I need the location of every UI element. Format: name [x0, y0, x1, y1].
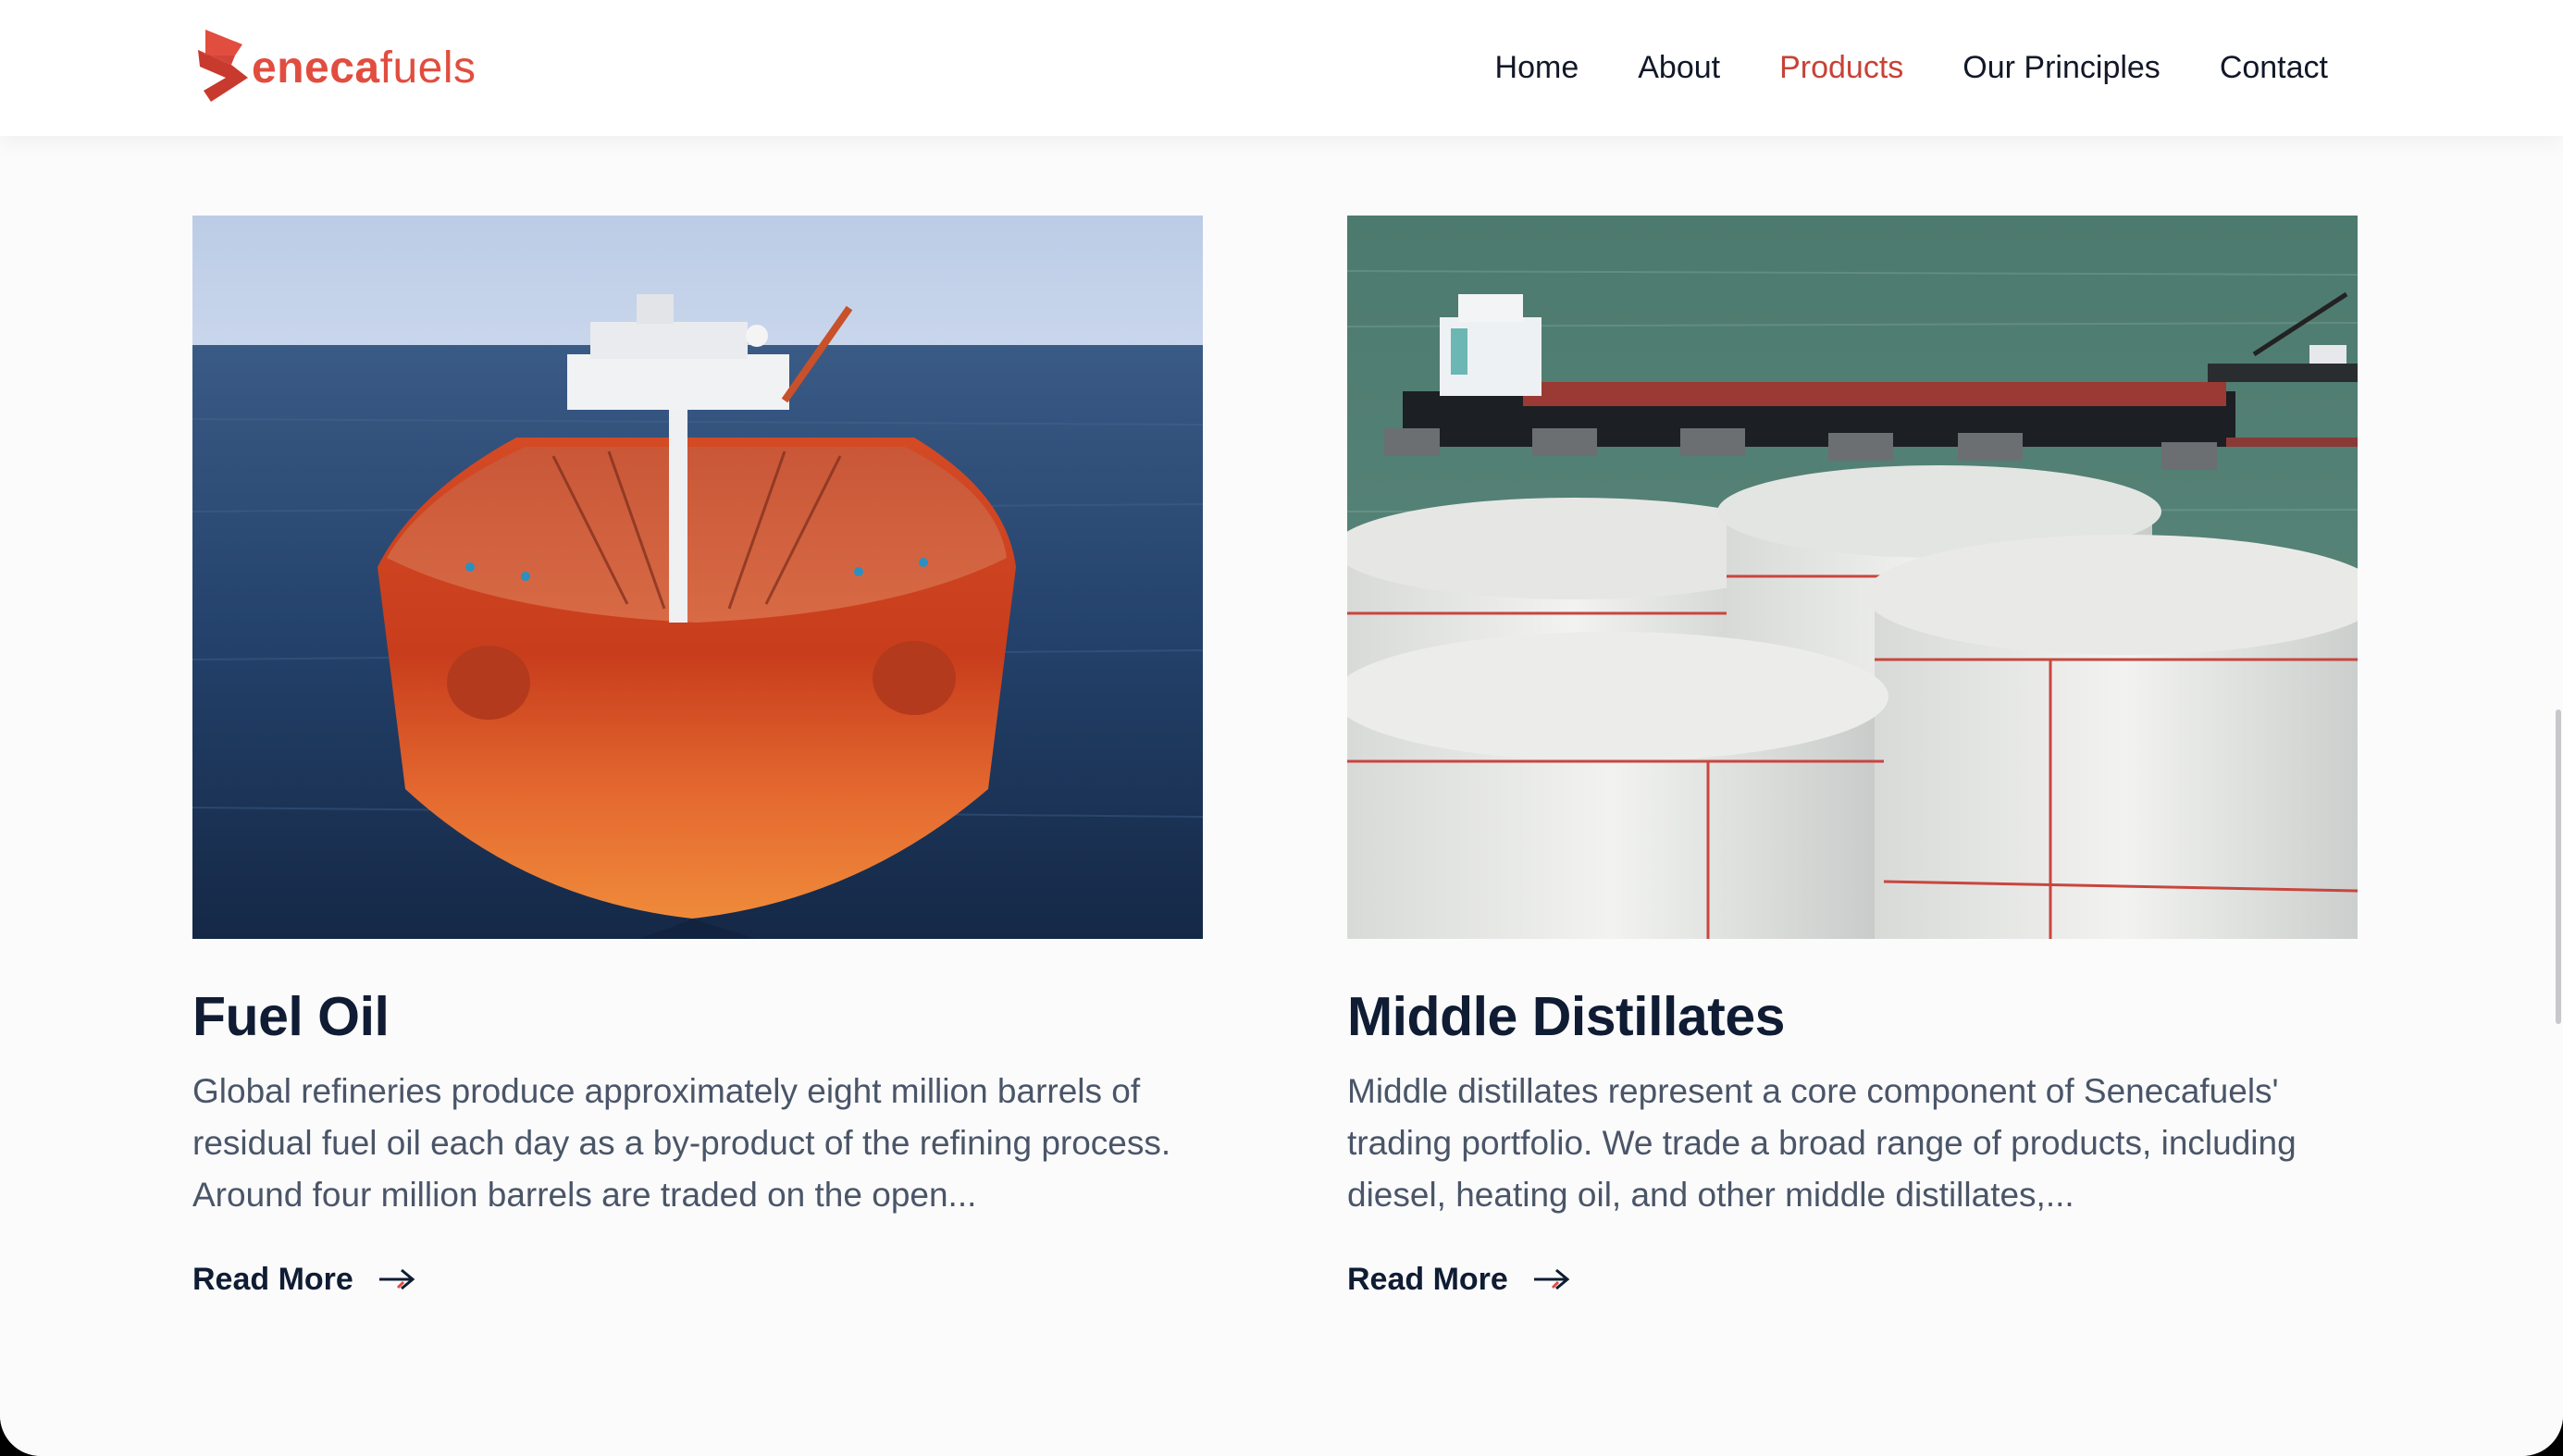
- oil-tanker-ship-photo[interactable]: [192, 216, 1203, 939]
- arrow-right-icon: [1533, 1269, 1570, 1290]
- read-more-link[interactable]: Read More: [1347, 1262, 1571, 1298]
- nav-item-our-principles[interactable]: Our Principles: [1962, 50, 2161, 86]
- read-more-label: Read More: [1347, 1261, 1508, 1297]
- product-description: Global refineries produce approximately …: [192, 1071, 1171, 1214]
- product-title: Fuel Oil: [192, 986, 390, 1047]
- page-scrollbar[interactable]: [2552, 136, 2563, 1456]
- site-header: enecafuels Home About Products Our Princ…: [0, 0, 2563, 136]
- brand-name-bold: eneca: [252, 43, 380, 93]
- nav-item-contact[interactable]: Contact: [2220, 50, 2328, 86]
- brand-name-light: fuels: [379, 43, 477, 93]
- main-navigation: Home About Products Our Principles Conta…: [1495, 0, 2328, 136]
- read-more-label: Read More: [192, 1261, 353, 1297]
- product-card-middle-distillates: Middle Distillates Middle distillates re…: [1347, 216, 2358, 1298]
- brand-wordmark: enecafuels: [252, 46, 477, 91]
- product-card-fuel-oil: Fuel Oil Global refineries produce appro…: [192, 216, 1203, 1298]
- product-title: Middle Distillates: [1347, 986, 1785, 1047]
- nav-item-products[interactable]: Products: [1779, 50, 1903, 86]
- storage-tanks-and-jetty-photo[interactable]: [1347, 216, 2358, 939]
- read-more-link[interactable]: Read More: [192, 1262, 416, 1298]
- browser-viewport: enecafuels Home About Products Our Princ…: [0, 0, 2563, 1456]
- senecafuels-logo-icon: [198, 30, 248, 102]
- nav-item-about[interactable]: About: [1638, 50, 1720, 86]
- product-description: Middle distillates represent a core comp…: [1347, 1071, 2297, 1214]
- brand-logo[interactable]: enecafuels: [192, 28, 477, 104]
- scrollbar-thumb[interactable]: [2556, 709, 2561, 1024]
- nav-item-home[interactable]: Home: [1495, 50, 1579, 86]
- arrow-right-icon: [378, 1269, 415, 1290]
